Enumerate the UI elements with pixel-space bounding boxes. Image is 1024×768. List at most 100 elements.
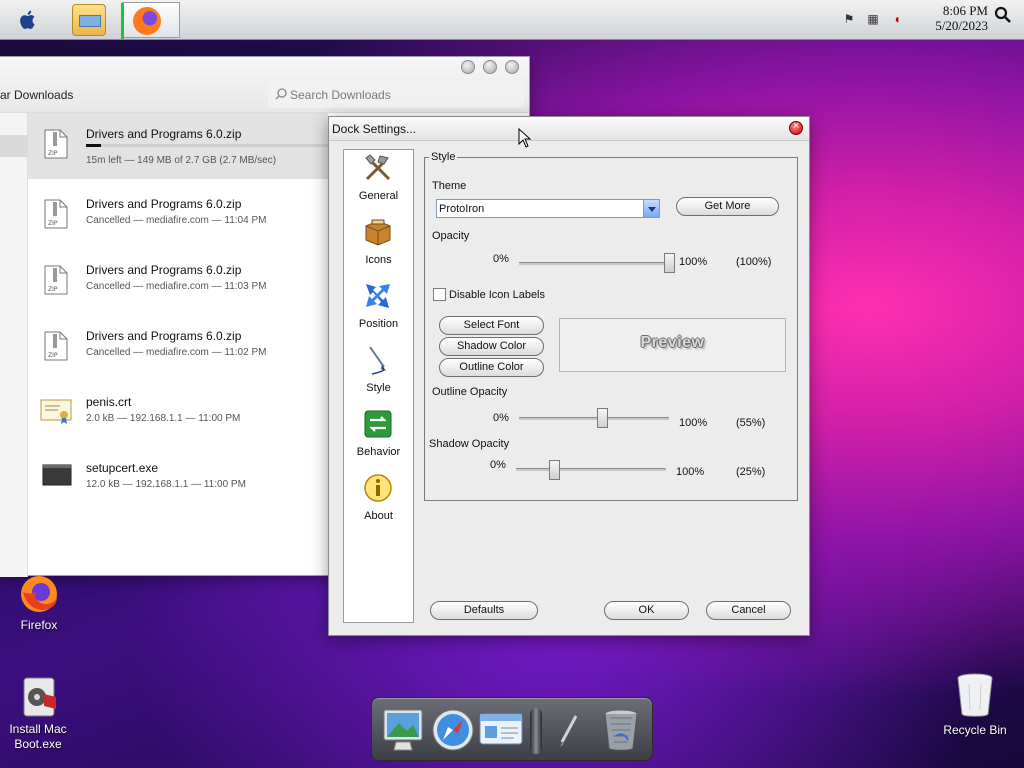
shadow-opacity-label: Shadow Opacity [429, 438, 510, 450]
style-group: Style Theme ProtoIron Get More Opacity 0… [424, 151, 798, 501]
nav-item-position[interactable]: Position [344, 280, 413, 344]
download-item[interactable]: ZIP Drivers and Programs 6.0.zip Cancell… [28, 183, 328, 249]
download-progress-bar [86, 144, 328, 147]
nav-item-general[interactable]: General [344, 152, 413, 216]
shadow-color-button[interactable]: Shadow Color [439, 337, 544, 356]
dock [371, 697, 653, 761]
clock-date: 5/20/2023 [935, 18, 988, 33]
apple-icon[interactable] [16, 8, 40, 32]
disable-icon-labels-label: Disable Icon Labels [449, 289, 546, 301]
dock-settings-titlebar: Dock Settings... [329, 117, 809, 141]
outline-min-label: 0% [493, 412, 509, 424]
nav-label: About [364, 510, 393, 522]
close-button[interactable] [789, 120, 803, 135]
trash-icon[interactable] [598, 706, 644, 754]
download-item[interactable]: ZIP Drivers and Programs 6.0.zip Cancell… [28, 249, 328, 315]
shadow-max-label: 100% [676, 466, 705, 478]
taskbar-firefox-button[interactable] [121, 2, 180, 39]
info-icon [364, 474, 392, 502]
exchange-arrows-icon [364, 410, 392, 438]
tools-icon [365, 154, 391, 181]
svg-text:ZIP: ZIP [48, 150, 58, 157]
desktop-recycle-bin[interactable]: Recycle Bin [940, 670, 1010, 740]
pen-icon[interactable] [546, 706, 592, 754]
download-name: Drivers and Programs 6.0.zip [86, 263, 242, 277]
download-name: Drivers and Programs 6.0.zip [86, 127, 242, 141]
nav-label: Position [358, 318, 399, 330]
flag-icon[interactable]: ⚑ [842, 12, 856, 26]
shadow-min-label: 0% [490, 459, 506, 471]
shadow-opacity-value: (25%) [736, 466, 766, 478]
outline-max-label: 100% [679, 417, 708, 429]
menu-bar: ⚑ ▦ ◖ 8:06 PM 5/20/2023 [0, 0, 1024, 40]
theme-value: ProtoIron [439, 203, 485, 215]
zip-file-icon: ZIP [44, 199, 68, 229]
defaults-button[interactable]: Defaults [430, 601, 538, 620]
search-icon[interactable] [994, 6, 1012, 24]
clock[interactable]: 8:06 PM 5/20/2023 [918, 3, 988, 33]
downloads-titlebar: ar Downloads Search Downloads [0, 57, 529, 113]
theme-select[interactable]: ProtoIron [436, 199, 660, 218]
nav-label: Icons [365, 254, 392, 266]
nav-item-about[interactable]: About [344, 472, 413, 536]
svg-text:ZIP: ZIP [48, 220, 58, 227]
preview-text: Preview [640, 334, 705, 351]
shadow-opacity-slider-thumb[interactable] [548, 460, 560, 480]
opacity-slider-thumb[interactable] [664, 253, 675, 273]
maximize-button[interactable] [483, 60, 497, 74]
outline-opacity-slider[interactable] [519, 417, 669, 420]
file-explorer-icon[interactable] [72, 4, 106, 36]
download-status: Cancelled — mediafire.com — 11:04 PM [86, 215, 267, 226]
installer-icon [20, 676, 60, 718]
downloads-title: ar Downloads [0, 88, 74, 102]
desktop-icon-label: Boot.exe [14, 737, 62, 751]
search-placeholder: Search Downloads [290, 88, 391, 102]
recycle-bin-icon [956, 672, 994, 718]
disable-icon-labels-checkbox[interactable] [433, 288, 446, 301]
nav-item-style[interactable]: Style [344, 344, 413, 408]
desktop-firefox[interactable]: Firefox [8, 574, 70, 634]
network-icon[interactable]: ▦ [866, 12, 880, 26]
outline-color-button[interactable]: Outline Color [439, 358, 544, 377]
brush-icon [369, 346, 386, 375]
outline-opacity-slider-thumb[interactable] [596, 408, 608, 428]
ok-button[interactable]: OK [604, 601, 689, 620]
dock-settings-dialog: Dock Settings... General Icons Position … [328, 116, 810, 636]
download-item[interactable]: penis.crt 2.0 kB — 192.168.1.1 — 11:00 P… [28, 381, 328, 447]
desktop-install-mac-boot[interactable]: Install Mac Boot.exe [0, 676, 76, 752]
get-more-button[interactable]: Get More [676, 197, 779, 216]
select-font-button[interactable]: Select Font [439, 316, 544, 335]
download-item[interactable]: setupcert.exe 12.0 kB — 192.168.1.1 — 11… [28, 447, 328, 513]
minimize-button[interactable] [461, 60, 475, 74]
cancel-button[interactable]: Cancel [706, 601, 791, 620]
opacity-slider[interactable] [519, 262, 669, 265]
download-item[interactable]: ZIP Drivers and Programs 6.0.zip Cancell… [28, 315, 328, 381]
mouse-cursor-icon [518, 128, 532, 148]
dock-separator [530, 708, 542, 754]
nav-label: Style [366, 382, 391, 394]
safari-compass-icon[interactable] [430, 706, 476, 754]
sidebar-item-selected[interactable] [0, 135, 28, 157]
close-button[interactable] [505, 60, 519, 74]
outline-opacity-label: Outline Opacity [432, 386, 508, 398]
download-name: Drivers and Programs 6.0.zip [86, 197, 242, 211]
nav-item-behavior[interactable]: Behavior [344, 408, 413, 472]
download-item[interactable]: ZIP Drivers and Programs 6.0.zip 15m lef… [28, 113, 328, 179]
font-preview: Preview [559, 318, 786, 372]
svg-text:ZIP: ZIP [48, 286, 58, 293]
executable-icon [42, 464, 72, 486]
download-name: Drivers and Programs 6.0.zip [86, 329, 242, 343]
opacity-value: (100%) [736, 256, 772, 268]
chevron-down-icon[interactable] [643, 200, 659, 217]
firefox-icon [133, 7, 161, 35]
search-downloads-input[interactable]: Search Downloads [268, 82, 524, 108]
system-preferences-icon[interactable] [478, 706, 524, 754]
move-arrows-icon [366, 284, 390, 308]
opacity-label: Opacity [432, 230, 470, 242]
shadow-opacity-slider[interactable] [516, 468, 666, 471]
download-name: penis.crt [86, 395, 132, 409]
finder-display-icon[interactable] [380, 706, 426, 754]
downloads-sidebar [0, 113, 28, 577]
volume-muted-icon[interactable]: ◖ [890, 12, 904, 26]
nav-item-icons[interactable]: Icons [344, 216, 413, 280]
